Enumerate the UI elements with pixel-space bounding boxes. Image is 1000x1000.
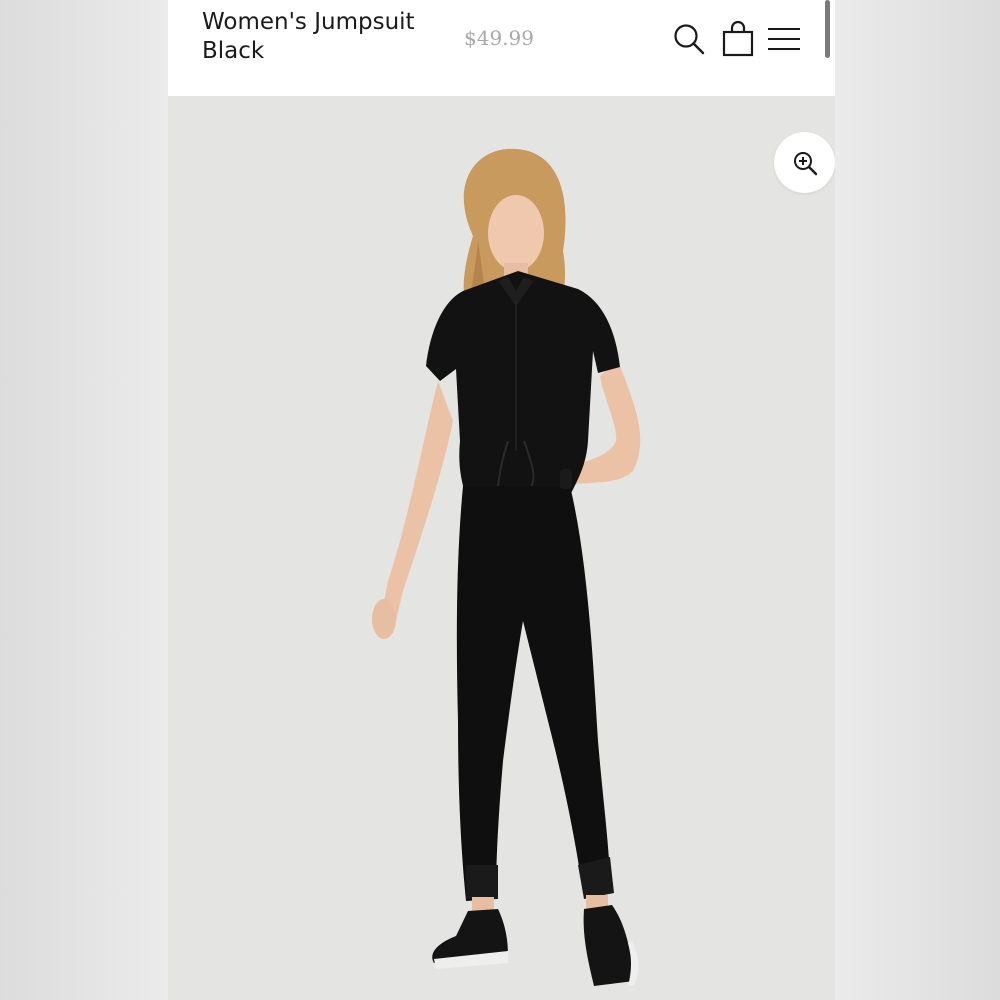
product-header: Women's Jumpsuit Black $49.99 xyxy=(168,0,835,96)
model-photo xyxy=(372,148,641,986)
menu-button[interactable] xyxy=(766,20,802,58)
backdrop-left xyxy=(0,0,168,1000)
shopping-bag-icon xyxy=(722,21,754,57)
menu-icon xyxy=(768,28,800,50)
zoom-in-icon xyxy=(793,151,817,175)
product-image[interactable] xyxy=(168,96,835,1000)
scrollbar[interactable] xyxy=(825,0,830,58)
search-button[interactable] xyxy=(670,20,708,58)
search-icon xyxy=(674,24,705,55)
backdrop-right xyxy=(835,0,1000,1000)
product-price: $49.99 xyxy=(464,26,534,50)
phone-screen: Women's Jumpsuit Black $49.99 xyxy=(168,0,835,1000)
zoom-button[interactable] xyxy=(774,132,835,193)
cart-button[interactable] xyxy=(720,20,756,58)
product-title: Women's Jumpsuit Black xyxy=(202,9,415,64)
